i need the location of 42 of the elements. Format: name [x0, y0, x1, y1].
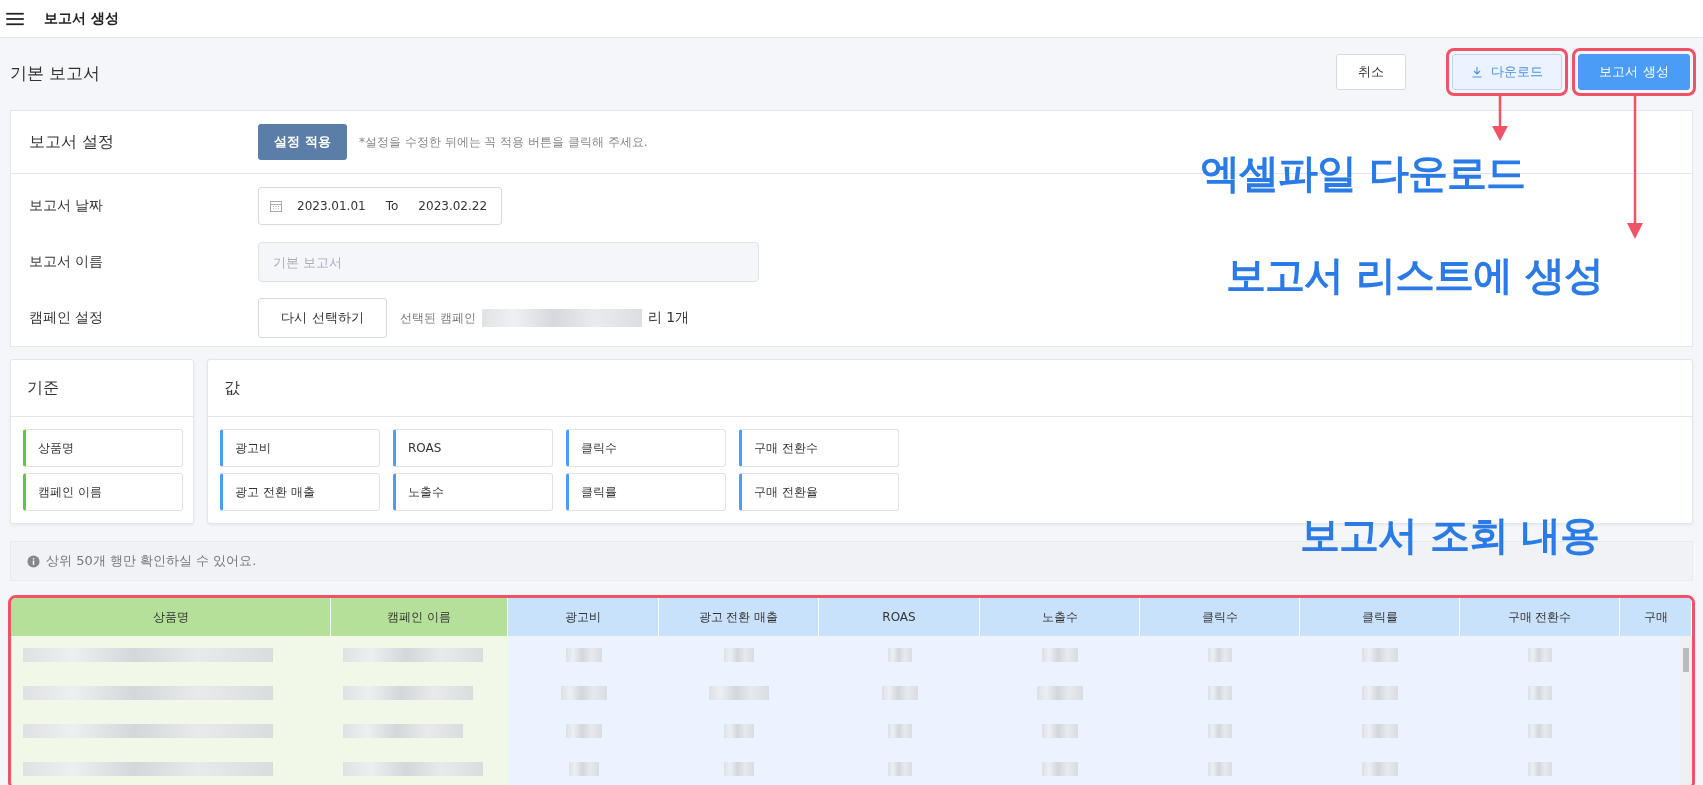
- date-range-field[interactable]: 2023.01.01 To 2023.02.22: [258, 187, 503, 225]
- report-title: 기본 보고서: [10, 62, 101, 85]
- column-header: 상품명: [11, 598, 331, 636]
- annotation-text: 보고서 조회 내용: [1300, 511, 1599, 560]
- reselect-button[interactable]: 다시 선택하기: [258, 298, 387, 338]
- column-header: ROAS: [819, 598, 980, 636]
- settings-title: 보고서 설정: [29, 131, 116, 153]
- notice-text: 상위 50개 행만 확인하실 수 있어요.: [46, 552, 257, 570]
- selected-campaign-count: 리 1개: [647, 309, 690, 327]
- column-header: 광고비: [508, 598, 659, 636]
- value-chip[interactable]: 구매 전환율: [739, 473, 899, 511]
- value-chip[interactable]: 구매 전환수: [739, 429, 899, 467]
- annotation-text: 엑셀파일 다운로드: [1200, 149, 1525, 198]
- annotation-text: 보고서 리스트에 생성: [1226, 251, 1603, 300]
- settings-hint: *설정을 수정한 뒤에는 꼭 적용 버튼을 클릭해 주세요.: [359, 133, 648, 151]
- column-header: 구매: [1620, 598, 1692, 636]
- criteria-chip[interactable]: 상품명: [23, 429, 183, 467]
- value-chip[interactable]: 클릭률: [566, 473, 726, 511]
- field-label: 보고서 이름: [29, 253, 105, 271]
- criteria-chip[interactable]: 캠페인 이름: [23, 473, 183, 511]
- start-date: 2023.01.01: [297, 199, 366, 213]
- column-header: 노출수: [980, 598, 1140, 636]
- value-chip[interactable]: 노출수: [393, 473, 553, 511]
- date-separator: To: [385, 199, 399, 213]
- value-chip[interactable]: 광고비: [220, 429, 380, 467]
- value-chip[interactable]: 광고 전환 매출: [220, 473, 380, 511]
- column-header: 클릭수: [1140, 598, 1300, 636]
- field-label: 캠페인 설정: [29, 309, 105, 327]
- field-label: 보고서 날짜: [29, 197, 105, 215]
- selected-campaign-label: 선택된 캠페인: [400, 309, 476, 327]
- column-header: 광고 전환 매출: [659, 598, 819, 636]
- column-header: 클릭률: [1300, 598, 1460, 636]
- page-title: 보고서 생성: [44, 9, 119, 28]
- cancel-button[interactable]: 취소: [1336, 54, 1406, 90]
- apply-settings-button[interactable]: 설정 적용: [258, 124, 347, 160]
- card-title: 기준: [27, 377, 59, 399]
- column-header: 구매 전환수: [1460, 598, 1620, 636]
- end-date: 2023.02.22: [418, 199, 488, 213]
- column-header: 캠페인 이름: [331, 598, 508, 636]
- value-chip[interactable]: ROAS: [393, 429, 553, 467]
- card-title: 값: [224, 377, 240, 399]
- value-chip[interactable]: 클릭수: [566, 429, 726, 467]
